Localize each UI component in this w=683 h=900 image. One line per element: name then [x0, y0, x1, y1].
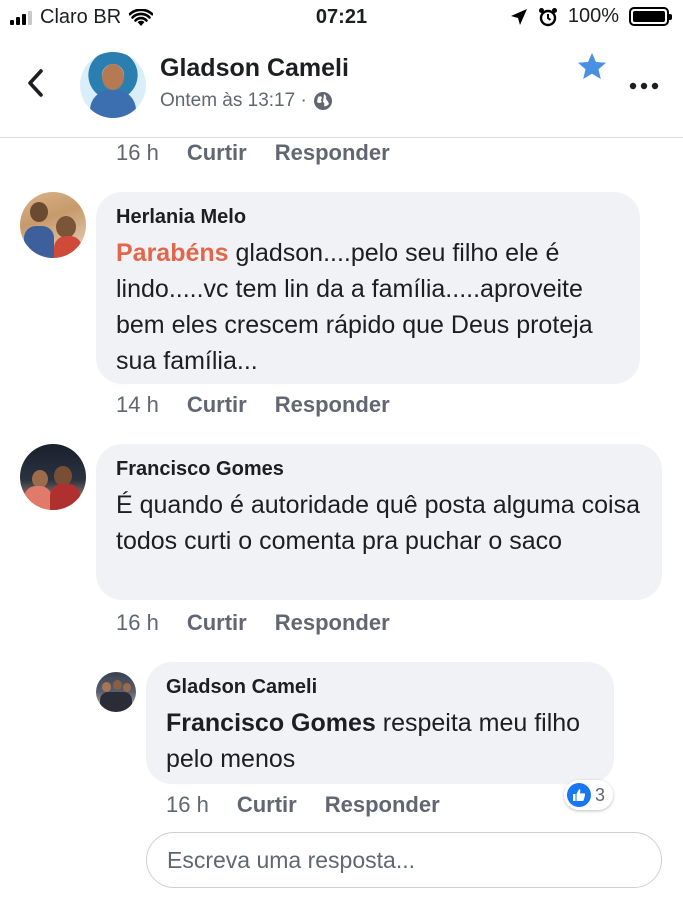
- timestamp-label: Ontem às 13:17 ·: [160, 90, 307, 111]
- comment-bubble: Francisco Gomes É quando é autoridade qu…: [96, 444, 662, 600]
- post-header: Gladson Cameli Ontem às 13:17 ·: [0, 34, 683, 138]
- avatar[interactable]: [20, 444, 86, 510]
- comment-text: Parabéns gladson....pelo seu filho ele é…: [116, 235, 620, 379]
- comment-author[interactable]: Gladson Cameli: [166, 676, 594, 699]
- avatar[interactable]: [80, 52, 146, 118]
- globe-icon: [313, 92, 332, 110]
- author-name[interactable]: Gladson Cameli: [160, 54, 349, 83]
- like-button[interactable]: Curtir: [187, 610, 247, 636]
- comment-time: 16 h: [116, 610, 159, 635]
- location-icon: [510, 8, 527, 25]
- mention-link[interactable]: Francisco Gomes: [166, 709, 376, 737]
- like-button[interactable]: Curtir: [187, 392, 247, 418]
- like-button[interactable]: Curtir: [187, 140, 247, 166]
- comment-time: 14 h: [116, 392, 159, 417]
- comment-time: 16 h: [116, 140, 159, 165]
- comment-actions: 16 h Curtir Responder: [116, 610, 390, 636]
- avatar[interactable]: [96, 672, 136, 712]
- post-timestamp: Ontem às 13:17 ·: [160, 90, 333, 112]
- alarm-icon: [538, 7, 557, 26]
- comment-time: 16 h: [166, 792, 209, 817]
- battery-label: 100%: [567, 5, 619, 27]
- like-button[interactable]: Curtir: [237, 792, 297, 818]
- more-options-button[interactable]: [629, 64, 659, 98]
- comment-actions: 16 h Curtir Responder: [116, 140, 390, 166]
- like-icon: [567, 783, 591, 807]
- highlighted-word: Parabéns: [116, 239, 229, 267]
- reaction-count: 3: [595, 784, 606, 805]
- avatar[interactable]: [20, 192, 86, 258]
- reply-input-container: [146, 832, 662, 888]
- comment-author[interactable]: Herlania Melo: [116, 206, 620, 229]
- comment-actions: 14 h Curtir Responder: [116, 392, 390, 418]
- more-icon: [629, 82, 659, 90]
- comment-body: É quando é autoridade quê posta alguma c…: [116, 491, 640, 555]
- comment-author[interactable]: Francisco Gomes: [116, 458, 642, 481]
- star-icon: [578, 53, 606, 79]
- back-button[interactable]: [26, 68, 44, 98]
- comment-actions: 16 h Curtir Responder: [166, 792, 440, 818]
- status-bar: Claro BR 07:21 100%: [0, 0, 683, 34]
- reply-button[interactable]: Responder: [325, 792, 440, 818]
- reply-button[interactable]: Responder: [275, 140, 390, 166]
- reply-bubble: Gladson Cameli Francisco Gomes respeita …: [146, 662, 614, 784]
- favorite-button[interactable]: [577, 52, 607, 85]
- chevron-left-icon: [28, 69, 43, 97]
- status-right: 100%: [510, 5, 672, 28]
- reply-button[interactable]: Responder: [275, 610, 390, 636]
- battery-icon: [629, 7, 672, 26]
- reply-button[interactable]: Responder: [275, 392, 390, 418]
- reply-input[interactable]: [147, 833, 661, 887]
- comment-text: Francisco Gomes respeita meu filho pelo …: [166, 705, 594, 777]
- reaction-badge[interactable]: 3: [564, 780, 614, 810]
- comment-bubble: Herlania Melo Parabéns gladson....pelo s…: [96, 192, 640, 384]
